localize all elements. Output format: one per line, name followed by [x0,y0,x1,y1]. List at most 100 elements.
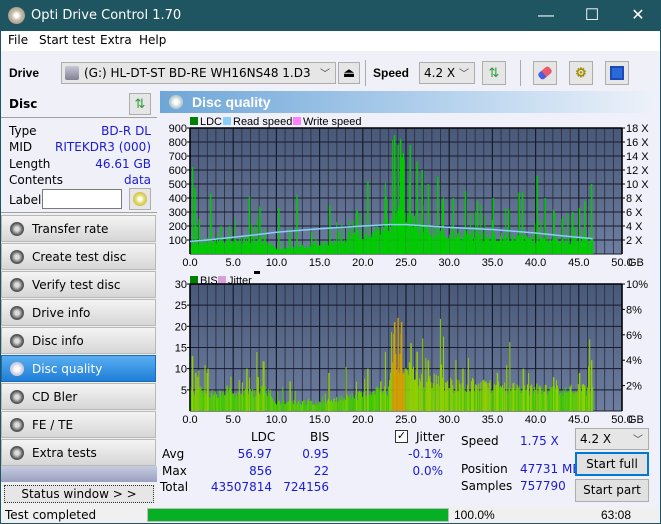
data-bar [566,242,568,254]
data-bar [503,388,505,411]
minimize-button[interactable]: — [523,0,569,31]
data-bar [284,248,286,254]
data-bar [542,388,544,411]
refresh-button[interactable]: ⇅ [482,61,506,85]
data-bar [197,376,199,411]
data-bar [233,392,235,411]
data-bar [459,384,461,411]
data-bar [536,383,538,411]
data-bar [273,401,276,411]
data-bar [401,157,403,254]
data-bar [414,379,417,411]
data-bar [236,396,238,411]
nav-transfer-rate[interactable]: Transfer rate [1,215,156,242]
nav-extra-tests[interactable]: Extra tests [1,439,156,466]
data-bar [252,241,254,254]
disc-refresh-button[interactable]: ⇅ [129,93,151,115]
menu-extra[interactable]: Extra [100,33,132,47]
data-bar [194,395,196,411]
data-bar [498,387,501,411]
nav-fe-te[interactable]: FE / TE [1,411,156,438]
start-part-button[interactable]: Start part [575,479,649,502]
nav-cd-bler[interactable]: CD Bler [1,383,156,410]
data-bar [509,342,511,411]
close-button[interactable]: ✕ [615,0,661,31]
data-bar [589,339,591,411]
menu-help[interactable]: Help [139,33,166,47]
erase-button[interactable] [533,61,557,85]
nav-label: Create test disc [32,250,127,264]
settings-button[interactable]: ⚙ [569,61,593,85]
nav-disc-info[interactable]: Disc info [1,327,156,354]
data-bar [396,211,398,254]
data-bar [292,247,294,254]
data-bar [533,234,535,254]
test-speed-select[interactable]: 4.2 X ﹀ [575,428,649,450]
data-bar [293,246,295,254]
eject-button[interactable]: ⏏ [338,62,360,84]
y-tick-label: 30 [175,279,187,291]
data-bar [297,401,299,411]
data-bar [406,223,408,254]
data-bar [255,396,257,411]
data-bar [430,235,432,254]
start-full-button[interactable]: Start full [575,452,649,476]
data-bar [552,209,554,254]
data-bar [363,239,365,254]
nav-disc-quality[interactable]: Disc quality [1,355,156,382]
data-bar [313,242,315,254]
status-window-button[interactable]: Status window > > [4,485,154,503]
nav-create-test-disc[interactable]: Create test disc [1,243,156,270]
data-bar [343,241,345,254]
data-bar [224,243,226,254]
data-bar [372,392,374,411]
menu-start-test[interactable]: Start test [39,33,95,47]
drive-select[interactable]: (G:) HL-DT-ST BD-RE WH16NS48 1.D3 ﹀ [61,62,336,84]
legend-ldc-swatch [190,117,198,125]
y2-tick-label: 6 X [626,207,643,219]
data-bar [202,393,204,411]
panel-title: Disc quality [192,94,271,110]
y2-tick-label: 12 X [626,165,649,177]
data-bar [200,386,202,411]
y2-tick-label: 2% [626,381,642,393]
data-bar [205,393,207,411]
data-bar [374,232,376,254]
data-bar [487,387,489,411]
nav-verify-test-disc[interactable]: Verify test disc [1,271,156,298]
data-bar [212,241,214,254]
x-tick-label: 40.0 [525,257,546,269]
disc-test-icon [10,334,24,348]
data-bar [391,332,393,411]
data-bar [223,392,225,411]
data-bar [546,394,548,411]
jitter-checkbox[interactable]: ✓ [395,430,408,443]
data-bar [513,239,515,254]
data-bar [473,240,475,254]
data-bar [438,236,440,254]
data-bar [318,401,320,411]
disc-label-input[interactable] [42,189,122,209]
data-bar [222,238,224,254]
data-bar [392,362,394,411]
data-bar [567,213,569,254]
data-bar [322,400,324,411]
data-bar [423,232,425,254]
menu-file[interactable]: File [8,33,28,47]
y-tick-label: 10 [175,364,187,376]
data-bar [277,249,279,254]
speed-select[interactable]: 4.2 X ﹀ [419,62,475,84]
maximize-button[interactable]: ☐ [569,0,615,31]
data-bar [467,357,469,411]
data-bar [312,244,314,254]
data-bar [352,396,354,411]
save-button[interactable] [605,61,629,85]
data-bar [347,396,349,411]
data-bar [546,232,548,254]
data-bar [229,387,231,411]
gears-icon: ⚙ [575,65,587,80]
disc-label-button[interactable] [129,188,151,210]
data-bar [446,237,448,254]
nav-drive-info[interactable]: Drive info [1,299,156,326]
legend-bis-swatch [190,276,198,284]
